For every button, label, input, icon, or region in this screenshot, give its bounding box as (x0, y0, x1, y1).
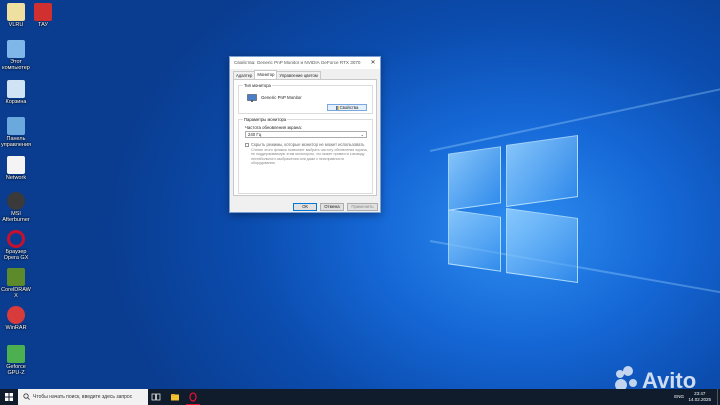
hide-modes-label: Скрыть режимы, которые монитор не может … (251, 142, 365, 147)
desktop-icon[interactable]: WinRAR (1, 306, 31, 331)
monitor-settings-group: Параметры монитора Частота обновления эк… (238, 117, 373, 194)
taskbar: Чтобы начать поиск, введите здесь запрос… (0, 389, 720, 405)
desktop-icon-label: MSI Afterburner (2, 211, 30, 223)
avito-watermark-text: Avito (642, 368, 696, 389)
monitor-properties-button[interactable]: Свойства (327, 104, 367, 111)
taskbar-search-box[interactable]: Чтобы начать поиск, введите здесь запрос (18, 389, 148, 405)
desktop-icon-label: VLRU (8, 22, 24, 28)
desktop-icon-label: Network (5, 175, 27, 181)
windows-start-icon[interactable] (0, 389, 18, 405)
dialog-tabs: Адаптер Монитор Управление цветом (233, 70, 321, 79)
chevron-down-icon: ⌄ (360, 132, 364, 137)
avito-watermark: Avito (615, 366, 696, 389)
desktop-icon-image (34, 3, 52, 21)
clock[interactable]: 23:47 14.02.2025 (688, 391, 711, 402)
hide-modes-checkbox[interactable] (245, 143, 249, 147)
control-panel-icon (7, 117, 25, 135)
task-view-icon[interactable] (151, 392, 161, 402)
close-icon[interactable]: ✕ (369, 59, 377, 67)
dialog-title: Свойства: Generic PnP Monitor и NVIDIA G… (234, 60, 361, 65)
tab-adapter[interactable]: Адаптер (233, 71, 256, 79)
desktop-icon[interactable]: MSI Afterburner (1, 192, 31, 223)
desktop-icon[interactable]: VLRU (1, 3, 31, 28)
monitor-type-group: Тип монитора Generic PnP Monitor Свойств… (238, 83, 373, 114)
tab-color-management[interactable]: Управление цветом (276, 71, 321, 79)
desktop-icon[interactable]: Geforce GPU-Z (1, 345, 31, 376)
monitor-settings-group-title: Параметры монитора (243, 117, 288, 122)
refresh-rate-label: Частота обновления экрана: (245, 125, 302, 130)
monitor-properties-dialog: Свойства: Generic PnP Monitor и NVIDIA G… (229, 56, 381, 213)
search-icon (23, 393, 30, 400)
opera-gx-icon (7, 230, 25, 248)
opera-gx-taskbar-icon[interactable] (188, 392, 198, 402)
windows-logo-pane (506, 207, 578, 284)
ok-button[interactable]: ОК (293, 203, 317, 211)
desktop-icon[interactable]: CorelDRAW X (1, 268, 31, 299)
monitor-tab-panel: Тип монитора Generic PnP Monitor Свойств… (233, 79, 377, 196)
hide-modes-description: Снятие этого флажка позволяет выбрать ча… (251, 148, 368, 165)
monitor-properties-label: Свойства (339, 105, 359, 110)
apply-button[interactable]: Применить (347, 203, 378, 211)
desktop-icon-label: Браузер Opera GX (3, 249, 29, 261)
desktop-icon-label: ТАУ (37, 22, 49, 28)
gpu-z-icon (7, 345, 25, 363)
refresh-rate-select[interactable]: 240 Гц ⌄ (245, 131, 367, 138)
desktop-icon-image (7, 3, 25, 21)
clock-date: 14.02.2025 (688, 396, 711, 402)
desktop-icon-label: Этот компьютер (2, 59, 30, 71)
monitor-type-group-title: Тип монитора (243, 83, 272, 88)
msi-afterburner-icon (7, 192, 25, 210)
winrar-icon (7, 306, 25, 324)
windows-logo-pane (448, 146, 501, 211)
desktop-icon-label: Корзина (5, 99, 27, 105)
monitor-name: Generic PnP Monitor (261, 95, 302, 100)
tab-monitor[interactable]: Монитор (254, 70, 278, 79)
windows-logo-pane (506, 134, 578, 208)
desktop-icon[interactable]: Браузер Opera GX (1, 230, 31, 261)
desktop-icon[interactable]: Панель управления (1, 117, 31, 148)
desktop-icon-label: CorelDRAW X (1, 287, 31, 299)
desktop-icon[interactable]: Network (1, 156, 31, 181)
recycle-bin-icon (7, 80, 25, 98)
desktop-icon[interactable]: Этот компьютер (1, 40, 31, 71)
coreldraw-icon (7, 268, 25, 286)
monitor-icon (247, 94, 257, 102)
input-language[interactable]: ENG (674, 394, 684, 399)
dialog-titlebar[interactable]: Свойства: Generic PnP Monitor и NVIDIA G… (230, 57, 380, 69)
computer-icon (7, 40, 25, 58)
desktop-icon-label: WinRAR (5, 325, 27, 331)
uac-shield-icon (335, 105, 339, 110)
desktop: VLRU ТАУ Этот компьютер Корзина Панель у… (0, 0, 720, 389)
file-explorer-icon[interactable] (170, 392, 180, 402)
desktop-icon[interactable]: ТАУ (28, 3, 58, 28)
refresh-rate-value: 240 Гц (248, 132, 262, 137)
cancel-button[interactable]: Отмена (320, 203, 344, 211)
search-placeholder: Чтобы начать поиск, введите здесь запрос (33, 394, 133, 400)
desktop-icon-label: Панель управления (1, 136, 31, 148)
desktop-icon-label: Geforce GPU-Z (6, 364, 26, 376)
windows-logo-pane (448, 209, 501, 272)
network-icon (7, 156, 25, 174)
desktop-icon[interactable]: Корзина (1, 80, 31, 105)
